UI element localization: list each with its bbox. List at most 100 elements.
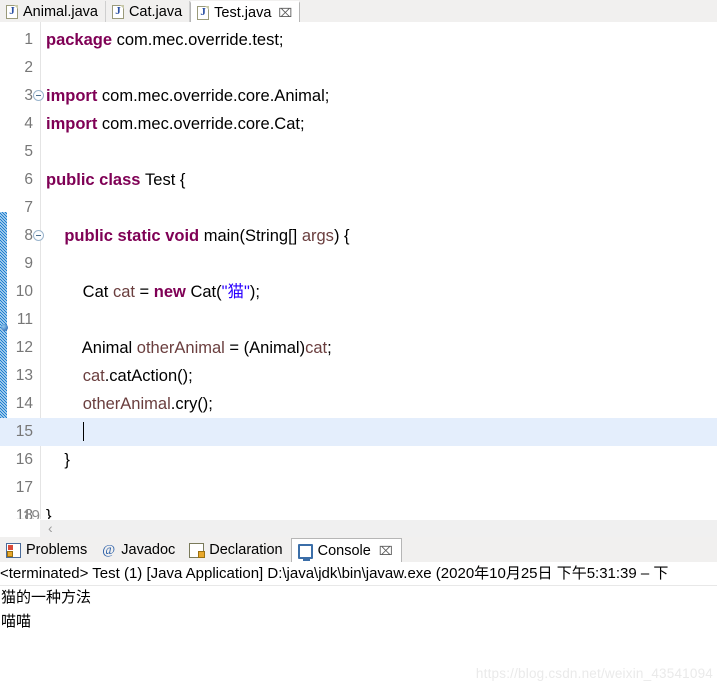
code-token-plain: Test { <box>145 171 186 189</box>
watermark: https://blog.csdn.net/weixin_43541094 <box>475 666 713 681</box>
code-token-plain: ) { <box>333 227 350 245</box>
code-line[interactable]: 5 <box>0 138 717 166</box>
code-token-plain: ); <box>249 283 260 301</box>
code-token-plain: Cat( <box>190 283 222 301</box>
fold-collapse-icon[interactable] <box>33 230 44 241</box>
code-token-kw: package <box>46 31 117 49</box>
view-tab-console[interactable]: Console ⌧ <box>290 538 402 563</box>
code-token-var: cat <box>112 283 135 301</box>
line-number: 7 <box>24 199 33 216</box>
close-icon[interactable]: ⌧ <box>278 7 292 19</box>
eclipse-ide-window: Animal.java Cat.java Test.java ⌧ 1 package c… <box>0 0 717 691</box>
editor-tab-label: Test.java <box>214 4 272 21</box>
code-line[interactable]: 16 } <box>0 446 717 474</box>
code-line-text: package com.mec.override.test; <box>46 26 284 54</box>
code-line[interactable]: 4 import com.mec.override.core.Cat; <box>0 110 717 138</box>
code-token-plain: .catAction(); <box>104 367 193 385</box>
line-number: 9 <box>24 255 33 272</box>
line-number: 17 <box>15 479 33 496</box>
code-line[interactable]: 18} <box>0 502 717 519</box>
code-line-text: import com.mec.override.core.Animal; <box>46 82 329 110</box>
fold-collapse-icon[interactable] <box>33 90 44 101</box>
line-number: 2 <box>24 59 33 76</box>
code-token-kw: new <box>153 283 191 301</box>
line-number: 10 <box>15 283 33 300</box>
code-editor[interactable]: 1 package com.mec.override.test; 2 3 import … <box>0 22 717 519</box>
code-line[interactable]: 14 otherAnimal.cry(); <box>0 390 717 418</box>
code-line[interactable]: 15 <box>0 418 717 446</box>
code-token-plain: com.mec.override.test; <box>116 31 284 49</box>
console-panel[interactable]: <terminated> Test (1) [Java Application]… <box>0 562 717 691</box>
console-output-line: 猫的一种方法 <box>1 589 92 606</box>
code-line[interactable]: 8 public static void main(String[] args)… <box>0 222 717 250</box>
view-tab-javadoc[interactable]: @ Javadoc <box>95 538 183 562</box>
console-launch-header: <terminated> Test (1) [Java Application]… <box>0 562 717 586</box>
code-line-text: Cat cat = new Cat("猫"); <box>46 278 260 306</box>
editor-tab-label: Animal.java <box>23 3 98 20</box>
code-token-kw: import <box>46 115 102 133</box>
line-number: 1 <box>24 31 33 48</box>
code-line[interactable]: 17 <box>0 474 717 502</box>
problems-icon <box>6 542 21 558</box>
code-line[interactable]: 12 Animal otherAnimal = (Animal)cat; <box>0 334 717 362</box>
code-token-plain: = (Animal) <box>224 339 306 357</box>
line-number: 11 <box>16 311 33 328</box>
scroll-left-arrow-icon[interactable]: ‹ <box>48 521 53 536</box>
code-line[interactable]: 1 package com.mec.override.test; <box>0 26 717 54</box>
editor-tab-test-java[interactable]: Test.java ⌧ <box>190 1 301 23</box>
code-token-plain: } <box>46 451 70 469</box>
view-tab-label: Console <box>317 543 371 559</box>
line-number: 13 <box>15 367 33 384</box>
code-line[interactable]: 7 <box>0 194 717 222</box>
line-number: 5 <box>24 143 33 160</box>
code-token-var: otherAnimal <box>136 339 225 357</box>
code-line[interactable]: 9 <box>0 250 717 278</box>
java-file-icon <box>6 4 18 19</box>
bottom-view-tab-bar: Problems @ Javadoc Declaration Console ⌧ <box>0 537 717 563</box>
console-output-line: 喵喵 <box>1 613 32 630</box>
code-token-var: otherAnimal <box>82 395 171 413</box>
code-token-plain: Cat <box>46 283 113 301</box>
code-line[interactable]: 2 <box>0 54 717 82</box>
code-token-plain: com.mec.override.core.Animal; <box>101 87 330 105</box>
code-line-text: Animal otherAnimal = (Animal)cat; <box>46 334 332 362</box>
java-file-icon <box>197 5 210 20</box>
code-line-text: import com.mec.override.core.Cat; <box>46 110 305 138</box>
javadoc-icon: @ <box>102 542 116 558</box>
view-tab-problems[interactable]: Problems <box>0 538 95 562</box>
code-line-text: } <box>46 502 52 519</box>
editor-tab-cat-java[interactable]: Cat.java <box>105 1 191 22</box>
code-line[interactable]: 10 Cat cat = new Cat("猫"); <box>0 278 717 306</box>
java-file-icon <box>111 4 124 19</box>
line-number: 15 <box>15 423 33 440</box>
code-line-text: otherAnimal.cry(); <box>46 390 213 418</box>
code-line-text: public class Test { <box>46 166 185 194</box>
code-token-var: args <box>301 227 334 245</box>
code-line[interactable]: 3 import com.mec.override.core.Animal; <box>0 82 717 110</box>
code-token-kw: public class <box>46 171 146 189</box>
text-cursor <box>82 422 84 441</box>
code-line[interactable]: 11 <box>0 306 717 334</box>
close-icon[interactable]: ⌧ <box>379 545 393 557</box>
code-token-str: "猫" <box>221 283 250 301</box>
code-line[interactable]: 6 public class Test { <box>0 166 717 194</box>
code-token-kw: public static void <box>64 227 204 245</box>
view-tab-declaration[interactable]: Declaration <box>183 538 290 562</box>
line-number: 4 <box>24 115 33 132</box>
code-token-plain: ; <box>327 339 332 357</box>
code-line-text: public static void main(String[] args) { <box>46 222 350 250</box>
code-line-text: cat.catAction(); <box>46 362 193 390</box>
code-token-var: cat <box>305 339 328 357</box>
editor-tab-label: Cat.java <box>128 3 183 20</box>
code-token-plain: com.mec.override.core.Cat; <box>101 115 305 133</box>
editor-tab-bar: Animal.java Cat.java Test.java ⌧ <box>0 0 717 23</box>
editor-tab-animal-java[interactable]: Animal.java <box>0 1 106 22</box>
editor-horizontal-scrollbar[interactable]: ‹ <box>0 519 717 537</box>
line-number: 8 <box>24 227 33 244</box>
code-line[interactable]: 13 cat.catAction(); <box>0 362 717 390</box>
code-token-plain: Animal <box>46 339 137 357</box>
code-lines: 1 package com.mec.override.test; 2 3 import … <box>0 26 717 519</box>
declaration-icon <box>189 542 206 558</box>
